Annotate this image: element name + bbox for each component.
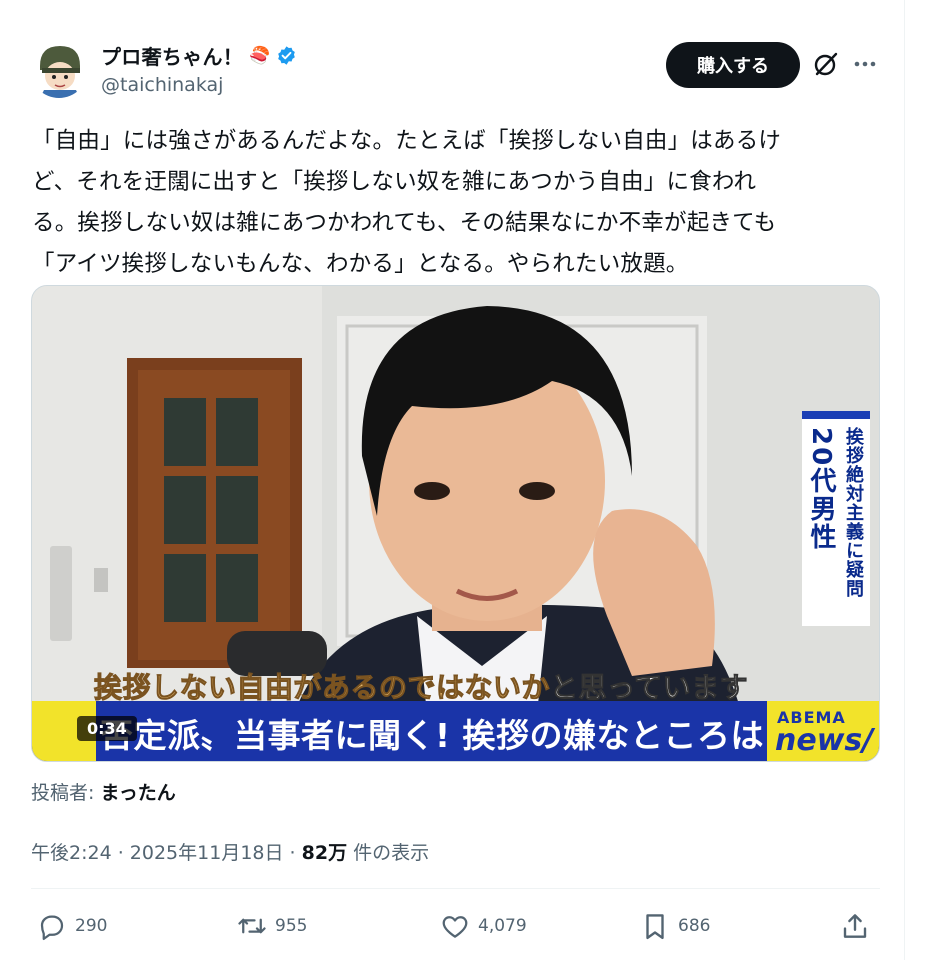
abema-news-logo: ABEMA news/ [767, 701, 879, 761]
subtitle-rest: と思っています [550, 671, 749, 705]
tweet-text-line: 「アイツ挨拶しないもんな、わかる」となる。やられたい放題。 [32, 251, 689, 277]
video-subtitle: 挨拶しない自由があるのではないかと思っています [93, 666, 749, 706]
divider [31, 888, 880, 889]
reply-icon [40, 915, 64, 940]
display-name-row[interactable]: プロ奢ちゃん！ 🍣 [101, 41, 297, 70]
retweet-count: 955 [275, 916, 308, 936]
timestamp[interactable]: 午後2:24 · 2025年11月18日 · [31, 842, 302, 864]
reply-count: 290 [75, 916, 108, 936]
side-caption-person: 20代男性 [806, 427, 836, 552]
tweet-text-line: 「自由」には強さがあるんだよな。たとえば「挨拶しない自由」はあるけ [32, 128, 782, 154]
attribution-label: 投稿者: [31, 782, 101, 804]
lower-third-bar: 否定派〟当事者に聞く! 挨拶の嫌なところは ABEMA news/ [32, 701, 879, 761]
user-handle[interactable]: @taichinakaj [101, 74, 223, 96]
like-count: 4,079 [478, 916, 527, 936]
subtitle-highlight: 挨拶しない自由があるのではないか [93, 671, 551, 705]
like-button[interactable]: 4,079 [440, 906, 527, 946]
media-attribution: 投稿者: まったん [31, 778, 176, 805]
attribution-name[interactable]: まったん [100, 782, 175, 804]
view-count-suffix: 件の表示 [347, 842, 430, 864]
more-options-icon[interactable] [852, 54, 878, 74]
view-count: 82万 [301, 842, 348, 864]
grok-icon[interactable] [812, 50, 840, 78]
side-caption: 挨拶絶対主義に疑問 20代男性 [802, 411, 870, 626]
side-caption-topic: 挨拶絶対主義に疑問 [843, 427, 864, 598]
display-name[interactable]: プロ奢ちゃん！ [101, 41, 243, 70]
video-player[interactable]: 挨拶絶対主義に疑問 20代男性 挨拶しない自由があるのではないかと思っています … [31, 285, 880, 762]
bookmark-button[interactable]: 686 [640, 906, 710, 946]
video-duration-badge: 0:34 [77, 716, 137, 741]
tweet-meta: 午後2:24 · 2025年11月18日 · 82万 件の表示 [31, 838, 429, 865]
tweet-text: 「自由」には強さがあるんだよな。たとえば「挨拶しない自由」はあるけ ど、それを迂… [32, 121, 892, 285]
retweet-button[interactable]: 955 [237, 906, 307, 946]
share-button[interactable] [840, 906, 870, 946]
verified-badge-icon [276, 45, 297, 66]
avatar[interactable] [30, 40, 88, 98]
abema-logo-bottom: news/ [775, 723, 874, 758]
column-border [904, 0, 905, 960]
heart-icon [442, 916, 468, 938]
buy-button[interactable]: 購入する [666, 42, 800, 88]
video-headline: 否定派〟当事者に聞く! 挨拶の嫌なところは [100, 716, 765, 755]
retweet-icon [238, 918, 266, 934]
bookmark-count: 686 [678, 916, 711, 936]
share-icon [843, 914, 867, 938]
tweet-text-line: ど、それを迂闊に出すと「挨拶しない奴を雑にあつかう自由」に食われ [32, 169, 757, 195]
reply-button[interactable]: 290 [37, 906, 107, 946]
tweet-text-line: る。挨拶しない奴は雑にあつかわれても、その結果なにか不幸が起きても [32, 210, 777, 236]
bookmark-icon [646, 914, 664, 940]
sushi-emoji: 🍣 [249, 45, 271, 66]
